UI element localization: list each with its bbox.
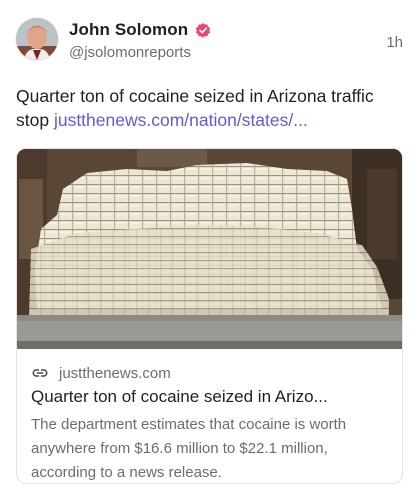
- card-description: The department estimates that cocaine is…: [31, 416, 347, 481]
- post-header: John Solomon @jsolomonreports 1h: [16, 18, 403, 66]
- card-image[interactable]: [17, 149, 402, 349]
- name-row: John Solomon: [69, 20, 212, 40]
- handle[interactable]: @jsolomonreports: [69, 44, 191, 61]
- avatar[interactable]: [16, 18, 58, 60]
- post-link[interactable]: justthenews.com/nation/states/...: [54, 110, 308, 130]
- post[interactable]: John Solomon @jsolomonreports 1h Quarter…: [0, 0, 419, 500]
- card-domain-row: justthenews.com: [31, 363, 388, 383]
- display-name[interactable]: John Solomon: [69, 20, 188, 40]
- card-domain: justthenews.com: [59, 364, 171, 382]
- link-icon: [31, 364, 49, 382]
- stacked-packages-photo-icon: [17, 149, 402, 349]
- link-preview-card[interactable]: justthenews.com Quarter ton of cocaine s…: [16, 148, 403, 484]
- post-text: Quarter ton of cocaine seized in Arizona…: [16, 84, 403, 132]
- post-time[interactable]: 1h: [386, 34, 403, 51]
- card-title[interactable]: Quarter ton of cocaine seized in Arizo..…: [31, 385, 388, 409]
- card-body: justthenews.com Quarter ton of cocaine s…: [17, 349, 402, 483]
- verified-badge-icon: [194, 21, 212, 39]
- avatar-photo-icon: [16, 18, 58, 60]
